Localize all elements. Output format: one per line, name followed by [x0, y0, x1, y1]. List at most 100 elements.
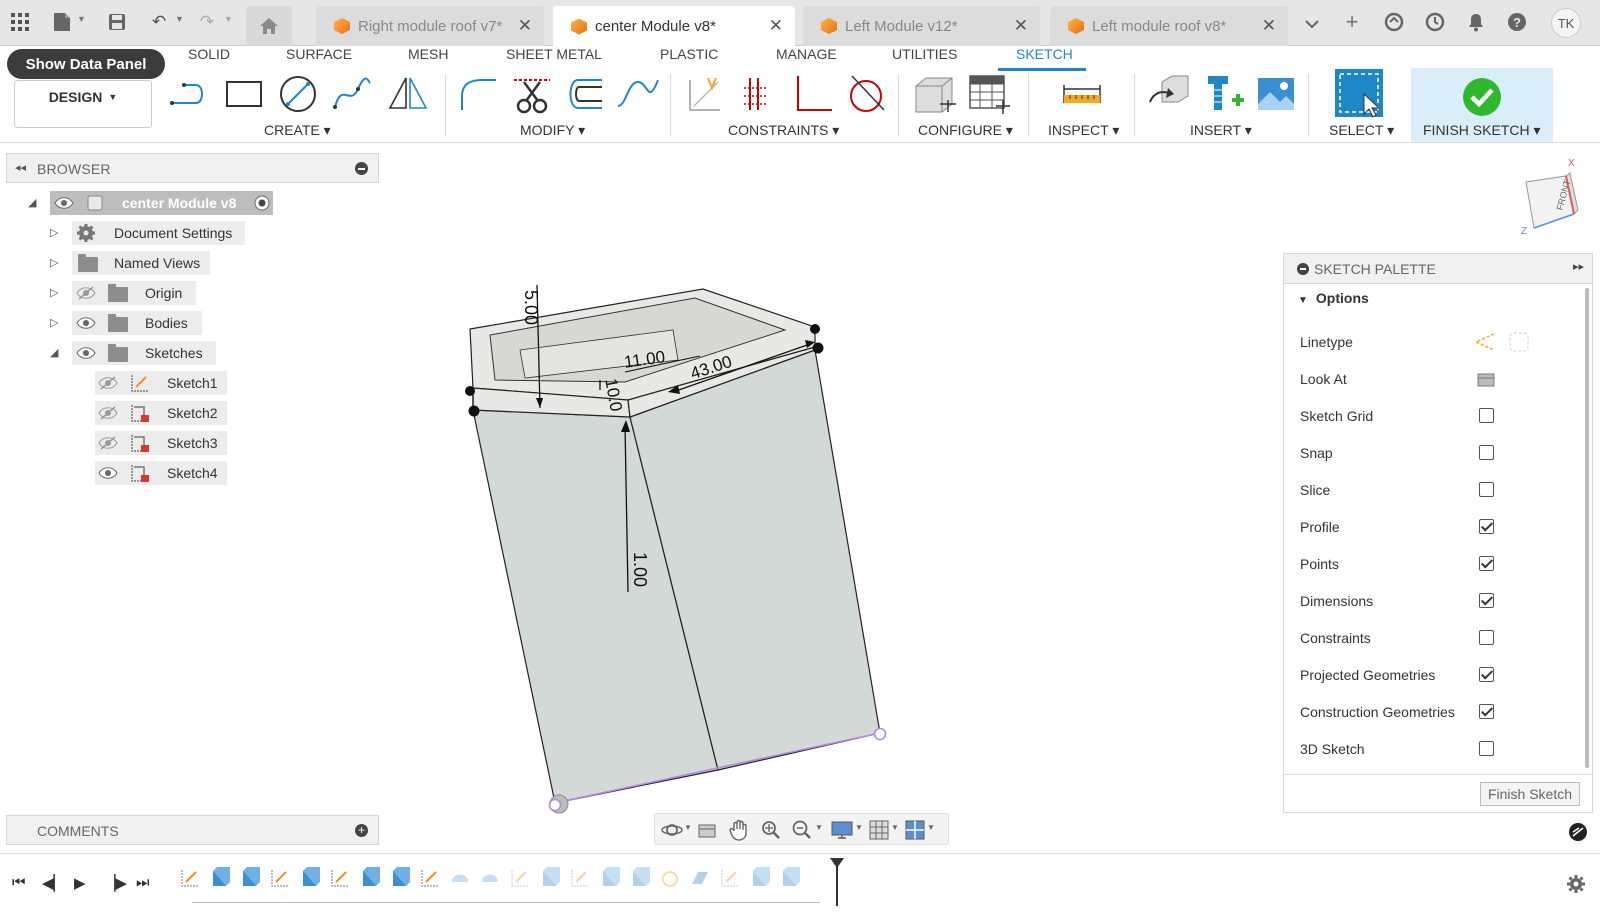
comments-panel[interactable]: COMMENTS + [6, 815, 379, 845]
dimensions-checkbox[interactable] [1479, 593, 1494, 608]
eye-hidden-icon[interactable] [98, 436, 118, 450]
finish-sketch-button[interactable]: FINISH SKETCH ▾ [1411, 68, 1553, 142]
sync-icon[interactable] [1382, 10, 1406, 34]
expand-triangle-icon[interactable]: ▷ [50, 286, 58, 299]
select-menu[interactable]: SELECT ▾ [1329, 122, 1394, 139]
orbit-caret-icon[interactable]: ▼ [684, 823, 692, 832]
show-data-panel-button[interactable]: Show Data Panel [7, 49, 165, 79]
timeline-last-icon[interactable]: ⏭ [136, 874, 150, 891]
constraints-checkbox[interactable] [1479, 630, 1494, 645]
notifications-icon[interactable] [1464, 10, 1488, 34]
chevron-down-icon[interactable] [1300, 12, 1324, 36]
configure-menu[interactable]: CONFIGURE ▾ [918, 122, 1013, 139]
new-tab-icon[interactable]: + [1340, 9, 1364, 34]
centerline-linetype-icon[interactable] [1508, 331, 1530, 353]
perpendicular-constraint-icon[interactable] [790, 72, 834, 116]
workspace-switcher[interactable]: DESIGN ▼ [14, 80, 152, 128]
create-menu[interactable]: CREATE ▾ [264, 122, 331, 139]
fillet-tool-icon[interactable] [456, 72, 500, 116]
configure-table-icon[interactable] [966, 72, 1010, 116]
profile-checkbox[interactable] [1479, 519, 1494, 534]
eye-icon[interactable] [76, 316, 96, 330]
eye-icon[interactable] [98, 466, 118, 480]
tab-sheet-metal[interactable]: SHEET METAL [506, 46, 602, 68]
expand-triangle-icon[interactable]: ◢ [28, 196, 36, 209]
help-icon[interactable]: ? [1505, 10, 1529, 34]
parallel-constraint-icon[interactable] [736, 72, 780, 116]
insert-mcmaster-icon[interactable] [1202, 72, 1246, 116]
slice-checkbox[interactable] [1479, 482, 1494, 497]
close-icon[interactable]: ✕ [769, 16, 783, 36]
inspect-menu[interactable]: INSPECT ▾ [1048, 122, 1119, 139]
sketch-palette-header[interactable]: SKETCH PALETTE ▸▸ [1284, 254, 1592, 284]
file-icon[interactable] [50, 10, 74, 34]
undo-caret-icon[interactable]: ▼ [175, 14, 184, 24]
palette-scrollbar[interactable] [1585, 288, 1589, 768]
offset-tool-icon[interactable] [562, 72, 606, 116]
job-status-icon[interactable] [1423, 10, 1447, 34]
eye-icon[interactable] [76, 346, 96, 360]
home-tab[interactable] [246, 6, 292, 46]
insert-menu[interactable]: INSERT ▾ [1190, 122, 1252, 139]
look-at-icon[interactable] [697, 821, 717, 839]
browser-header[interactable]: ◂◂ BROWSER [6, 153, 379, 183]
timeline-previous-icon[interactable]: ◀▏ [42, 874, 65, 892]
pan-hand-icon[interactable] [729, 819, 749, 841]
timeline-settings-gear-icon[interactable] [1566, 874, 1586, 894]
tab-surface[interactable]: SURFACE [286, 46, 352, 68]
add-comment-icon[interactable]: + [355, 824, 368, 837]
file-menu-caret-icon[interactable]: ▼ [77, 14, 86, 24]
line-tool-icon[interactable] [168, 72, 212, 116]
tab-solid[interactable]: SOLID [188, 46, 230, 68]
eye-hidden-icon[interactable] [98, 376, 118, 390]
insert-canvas-icon[interactable] [1254, 72, 1298, 116]
projected-geometries-checkbox[interactable] [1479, 667, 1494, 682]
tab-left-module[interactable]: Left Module v12* ✕ [803, 6, 1040, 46]
display-settings-icon[interactable] [1568, 822, 1588, 842]
construction-geometries-checkbox[interactable] [1479, 704, 1494, 719]
user-avatar[interactable]: TK [1551, 8, 1581, 38]
tab-plastic[interactable]: PLASTIC [660, 46, 718, 68]
expand-panel-icon[interactable]: ▸▸ [1573, 260, 1584, 273]
circle-tool-icon[interactable] [276, 72, 320, 116]
save-icon[interactable] [105, 10, 129, 34]
eye-hidden-icon[interactable] [98, 406, 118, 420]
select-tool-icon[interactable] [1334, 68, 1384, 118]
timeline-next-icon[interactable]: ▕▶ [104, 874, 127, 892]
mirror-tool-icon[interactable] [386, 72, 430, 116]
close-icon[interactable]: ✕ [1262, 16, 1276, 36]
zoom-caret-icon[interactable]: ▼ [815, 823, 823, 832]
timeline-first-icon[interactable]: ⏮ [12, 874, 26, 891]
spline-tool-icon[interactable] [330, 72, 374, 116]
model-viewport[interactable] [440, 270, 900, 830]
collapse-browser-icon[interactable]: ◂◂ [15, 161, 26, 174]
sketch-grid-checkbox[interactable] [1479, 408, 1494, 423]
options-section-header[interactable]: ▼ Options [1298, 290, 1369, 306]
expand-triangle-icon[interactable]: ▷ [50, 316, 58, 329]
tab-left-module-roof[interactable]: Left module roof v8* ✕ [1050, 6, 1288, 46]
rectangle-tool-icon[interactable] [222, 72, 266, 116]
zoom-window-icon[interactable] [791, 820, 813, 840]
tab-mesh[interactable]: MESH [408, 46, 448, 68]
grid-caret-icon[interactable]: ▼ [891, 823, 899, 832]
redo-caret-icon[interactable]: ▼ [224, 14, 233, 24]
snap-checkbox[interactable] [1479, 445, 1494, 460]
timeline-play-icon[interactable]: ▶ [74, 874, 86, 892]
3d-sketch-checkbox[interactable] [1479, 741, 1494, 756]
timeline-marker[interactable] [836, 862, 838, 906]
app-grid-icon[interactable] [8, 10, 32, 34]
measure-icon[interactable] [1060, 72, 1104, 116]
viewports-icon[interactable] [905, 820, 925, 840]
tab-manage[interactable]: MANAGE [776, 46, 837, 68]
look-at-icon[interactable] [1477, 370, 1495, 388]
trim-tool-icon[interactable] [510, 72, 554, 116]
palette-finish-sketch-button[interactable]: Finish Sketch [1480, 782, 1580, 806]
modify-menu[interactable]: MODIFY ▾ [520, 122, 585, 139]
close-icon[interactable]: ✕ [518, 16, 532, 36]
redo-icon[interactable]: ↷ [195, 10, 219, 34]
display-caret-icon[interactable]: ▼ [855, 823, 863, 832]
undo-icon[interactable]: ↶ [147, 10, 171, 34]
zoom-icon[interactable] [761, 820, 781, 840]
insert-derive-icon[interactable] [1148, 72, 1192, 116]
expand-triangle-icon[interactable]: ▷ [50, 256, 58, 269]
